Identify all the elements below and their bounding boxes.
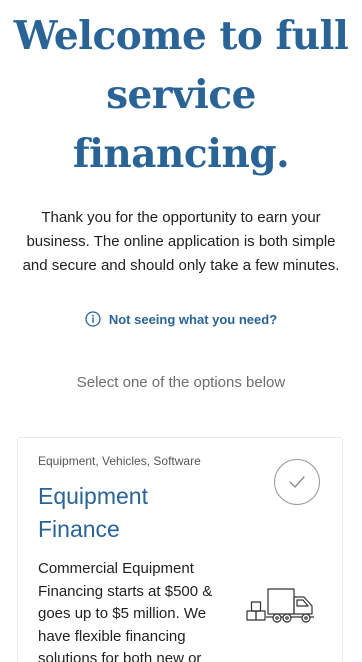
page-title-line-1: Welcome to full (13, 13, 349, 59)
card-title: Equipment Finance (38, 480, 148, 546)
not-seeing-what-you-need-link[interactable]: Not seeing what you need? (0, 311, 362, 327)
card-description: Commercial Equipment Financing starts at… (38, 560, 213, 662)
page-title-line-3: financing. (72, 131, 290, 177)
select-options-prompt: Select one of the options below (76, 374, 286, 391)
info-icon (85, 311, 101, 327)
help-link-label: Not seeing what you need? (108, 311, 278, 327)
card-tags: Equipment, Vehicles, Software (38, 454, 201, 468)
truck-icon (246, 584, 316, 626)
select-checkmark-button[interactable] (274, 459, 320, 505)
page-title: Welcome to full service financing. (0, 0, 362, 184)
checkmark-icon (289, 476, 305, 488)
intro-text: Thank you for the opportunity to earn yo… (22, 209, 340, 274)
equipment-finance-option-card[interactable]: Equipment, Vehicles, Software Equipment … (17, 437, 343, 662)
card-title-line-2: Finance (38, 516, 120, 542)
card-title-line-1: Equipment (38, 483, 148, 509)
page-title-line-2: service (106, 72, 256, 118)
